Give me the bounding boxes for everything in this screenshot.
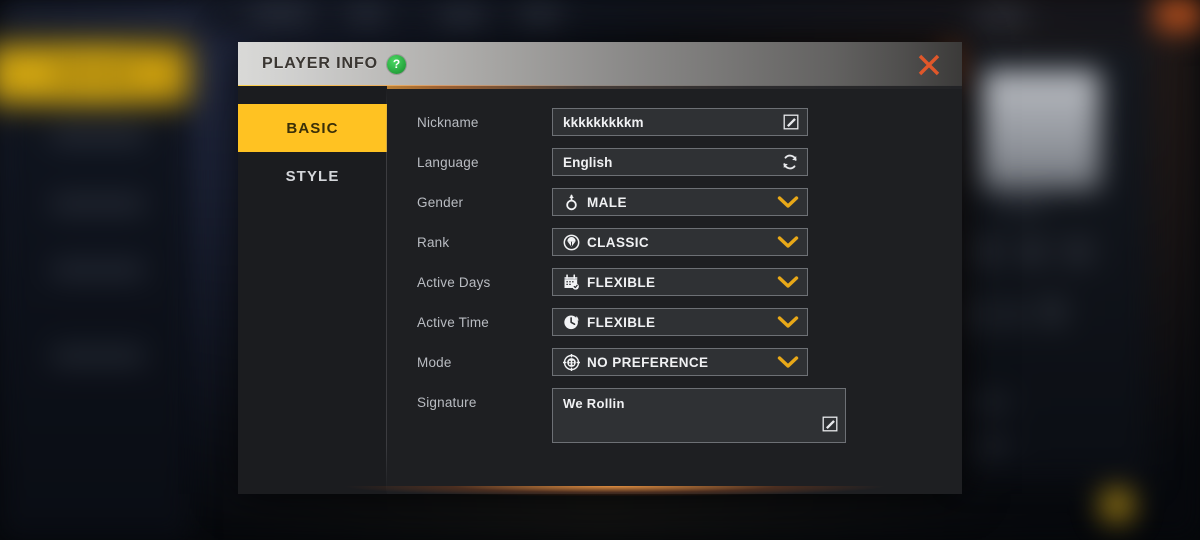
rank-badge-icon bbox=[563, 234, 580, 250]
gender-chevron[interactable] bbox=[777, 195, 799, 209]
row-gender: Gender MALE bbox=[417, 188, 962, 216]
mode-dropdown[interactable]: NO PREFERENCE bbox=[552, 348, 808, 376]
signature-field[interactable]: We Rollin bbox=[552, 388, 846, 443]
calendar-icon bbox=[564, 273, 579, 290]
close-button[interactable] bbox=[910, 50, 948, 80]
dialog-sidebar: BASIC STYLE bbox=[238, 86, 387, 494]
row-rank: Rank CLASSIC bbox=[417, 228, 962, 256]
mode-chevron[interactable] bbox=[777, 355, 799, 369]
nickname-label: Nickname bbox=[417, 115, 479, 130]
signature-edit-button[interactable] bbox=[822, 416, 838, 437]
edit-pencil-icon bbox=[822, 416, 838, 432]
crosshair-scope-icon bbox=[563, 353, 580, 371]
active-days-value: FLEXIBLE bbox=[587, 274, 656, 290]
language-refresh-button[interactable] bbox=[781, 153, 799, 171]
mode-value: NO PREFERENCE bbox=[587, 354, 709, 370]
gender-value: MALE bbox=[587, 194, 627, 210]
background-yellow-orb bbox=[1100, 488, 1134, 522]
help-question-icon[interactable]: ? bbox=[387, 54, 406, 74]
row-mode: Mode NO PREFERENCE bbox=[417, 348, 962, 376]
refresh-swap-icon bbox=[783, 154, 797, 170]
active-time-dropdown[interactable]: FLEXIBLE bbox=[552, 308, 808, 336]
row-signature: Signature We Rollin bbox=[417, 388, 962, 443]
active-days-dropdown[interactable]: FLEXIBLE bbox=[552, 268, 808, 296]
tab-style[interactable]: STYLE bbox=[238, 152, 387, 200]
tab-basic[interactable]: BASIC bbox=[238, 104, 387, 152]
close-icon bbox=[918, 54, 940, 76]
background-selected-nav bbox=[0, 46, 188, 102]
row-language: Language English bbox=[417, 148, 962, 176]
row-active-time: Active Time FLEXIBLE bbox=[417, 308, 962, 336]
page-title: PLAYER INFO bbox=[262, 55, 378, 72]
edit-pencil-icon bbox=[783, 114, 799, 130]
language-field[interactable]: English bbox=[552, 148, 808, 176]
active-time-value: FLEXIBLE bbox=[587, 314, 656, 330]
language-value: English bbox=[563, 154, 613, 170]
dialog-body: BASIC STYLE Nickname kkkkkkkkkm Language… bbox=[238, 86, 962, 494]
tab-style-label: STYLE bbox=[285, 167, 340, 185]
signature-value: We Rollin bbox=[563, 396, 625, 411]
screen: PLAYER INFO ? BASIC STYLE Nickname kkkkk… bbox=[0, 0, 1200, 540]
rank-dropdown[interactable]: CLASSIC bbox=[552, 228, 808, 256]
language-label: Language bbox=[417, 155, 479, 170]
row-nickname: Nickname kkkkkkkkkm bbox=[417, 108, 962, 136]
player-info-dialog: PLAYER INFO ? BASIC STYLE Nickname kkkkk… bbox=[238, 42, 962, 494]
chevron-down-icon bbox=[777, 236, 799, 248]
background-left-column bbox=[0, 30, 190, 540]
mode-label: Mode bbox=[417, 355, 452, 370]
active-time-chevron[interactable] bbox=[777, 315, 799, 329]
tab-basic-label: BASIC bbox=[286, 119, 339, 137]
rank-value: CLASSIC bbox=[587, 234, 650, 250]
chevron-down-icon bbox=[777, 316, 799, 328]
active-days-label: Active Days bbox=[417, 275, 491, 290]
male-symbol-icon bbox=[566, 194, 577, 210]
active-time-label: Active Time bbox=[417, 315, 489, 330]
rank-chevron[interactable] bbox=[777, 235, 799, 249]
signature-label: Signature bbox=[417, 395, 477, 410]
nickname-field[interactable]: kkkkkkkkkm bbox=[552, 108, 808, 136]
rank-label: Rank bbox=[417, 235, 450, 250]
dialog-content: Nickname kkkkkkkkkm Language English Gen… bbox=[387, 86, 962, 494]
chevron-down-icon bbox=[777, 276, 799, 288]
clock-icon bbox=[564, 315, 579, 329]
background-right-card bbox=[980, 70, 1100, 190]
nickname-edit-button[interactable] bbox=[783, 114, 799, 130]
active-days-chevron[interactable] bbox=[777, 275, 799, 289]
gender-dropdown[interactable]: MALE bbox=[552, 188, 808, 216]
nickname-value: kkkkkkkkkm bbox=[563, 114, 644, 130]
dialog-titlebar: PLAYER INFO ? bbox=[238, 42, 962, 89]
row-active-days: Active Days FLEXIBLE bbox=[417, 268, 962, 296]
chevron-down-icon bbox=[777, 196, 799, 208]
chevron-down-icon bbox=[777, 356, 799, 368]
gender-label: Gender bbox=[417, 195, 464, 210]
